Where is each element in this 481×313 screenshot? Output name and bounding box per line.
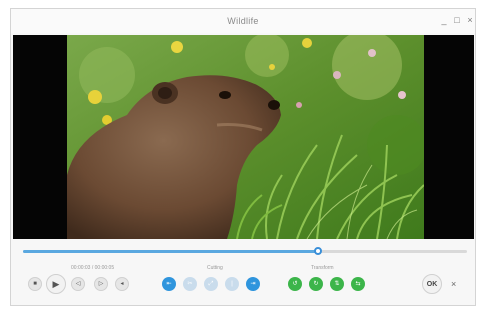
split-icon: ❘ xyxy=(229,281,235,287)
playhead-handle[interactable] xyxy=(314,247,323,255)
window-title: Wildlife xyxy=(227,16,259,26)
video-preview[interactable] xyxy=(13,35,474,239)
cut-icon: ✂ xyxy=(187,281,193,287)
flip-horizontal-icon: ⇆ xyxy=(355,281,361,287)
maximize-button[interactable]: □ xyxy=(452,15,462,25)
time-display: 00:00:03 / 00:00:05 xyxy=(71,265,115,271)
timeline-progress xyxy=(23,250,319,253)
set-end-icon: ⇥ xyxy=(250,281,256,287)
trim-button[interactable]: ⤢ xyxy=(204,277,218,291)
set-start-icon: ⇤ xyxy=(166,281,172,287)
cancel-button[interactable]: × xyxy=(451,279,456,289)
timeline-track[interactable] xyxy=(23,247,467,255)
volume-icon: ◂ xyxy=(120,281,124,287)
next-frame-button[interactable]: ▷ xyxy=(94,277,108,291)
ok-button[interactable]: OK xyxy=(422,274,442,294)
editor-window: Wildlife _ □ × 00:00:03 / 00:00:05 Cutti… xyxy=(10,8,476,306)
set-end-button[interactable]: ⇥ xyxy=(246,277,260,291)
prev-frame-button[interactable]: ◁ xyxy=(71,277,85,291)
volume-button[interactable]: ◂ xyxy=(115,277,129,291)
rotate-right-button[interactable]: ↻ xyxy=(309,277,323,291)
flip-horizontal-button[interactable]: ⇆ xyxy=(351,277,365,291)
trim-icon: ⤢ xyxy=(208,281,214,287)
cut-button[interactable]: ✂ xyxy=(183,277,197,291)
marmot-image xyxy=(67,35,424,239)
close-button[interactable]: × xyxy=(465,15,475,25)
video-frame xyxy=(67,35,424,239)
stop-icon: ■ xyxy=(33,281,37,287)
play-icon: ▶ xyxy=(52,278,60,289)
next-frame-icon: ▷ xyxy=(98,281,104,287)
rotate-left-icon: ↺ xyxy=(292,281,298,287)
title-bar: Wildlife _ □ × xyxy=(11,9,475,33)
play-button[interactable]: ▶ xyxy=(46,274,66,294)
set-start-button[interactable]: ⇤ xyxy=(162,277,176,291)
prev-frame-icon: ◁ xyxy=(75,281,81,287)
split-button[interactable]: ❘ xyxy=(225,277,239,291)
rotate-right-icon: ↻ xyxy=(313,281,319,287)
rotate-left-button[interactable]: ↺ xyxy=(288,277,302,291)
stop-button[interactable]: ■ xyxy=(28,277,42,291)
cutting-label: Cutting xyxy=(207,265,223,271)
transform-label: Transform xyxy=(311,265,334,271)
minimize-button[interactable]: _ xyxy=(439,15,449,25)
flip-vertical-icon: ⇅ xyxy=(334,281,340,287)
flip-vertical-button[interactable]: ⇅ xyxy=(330,277,344,291)
